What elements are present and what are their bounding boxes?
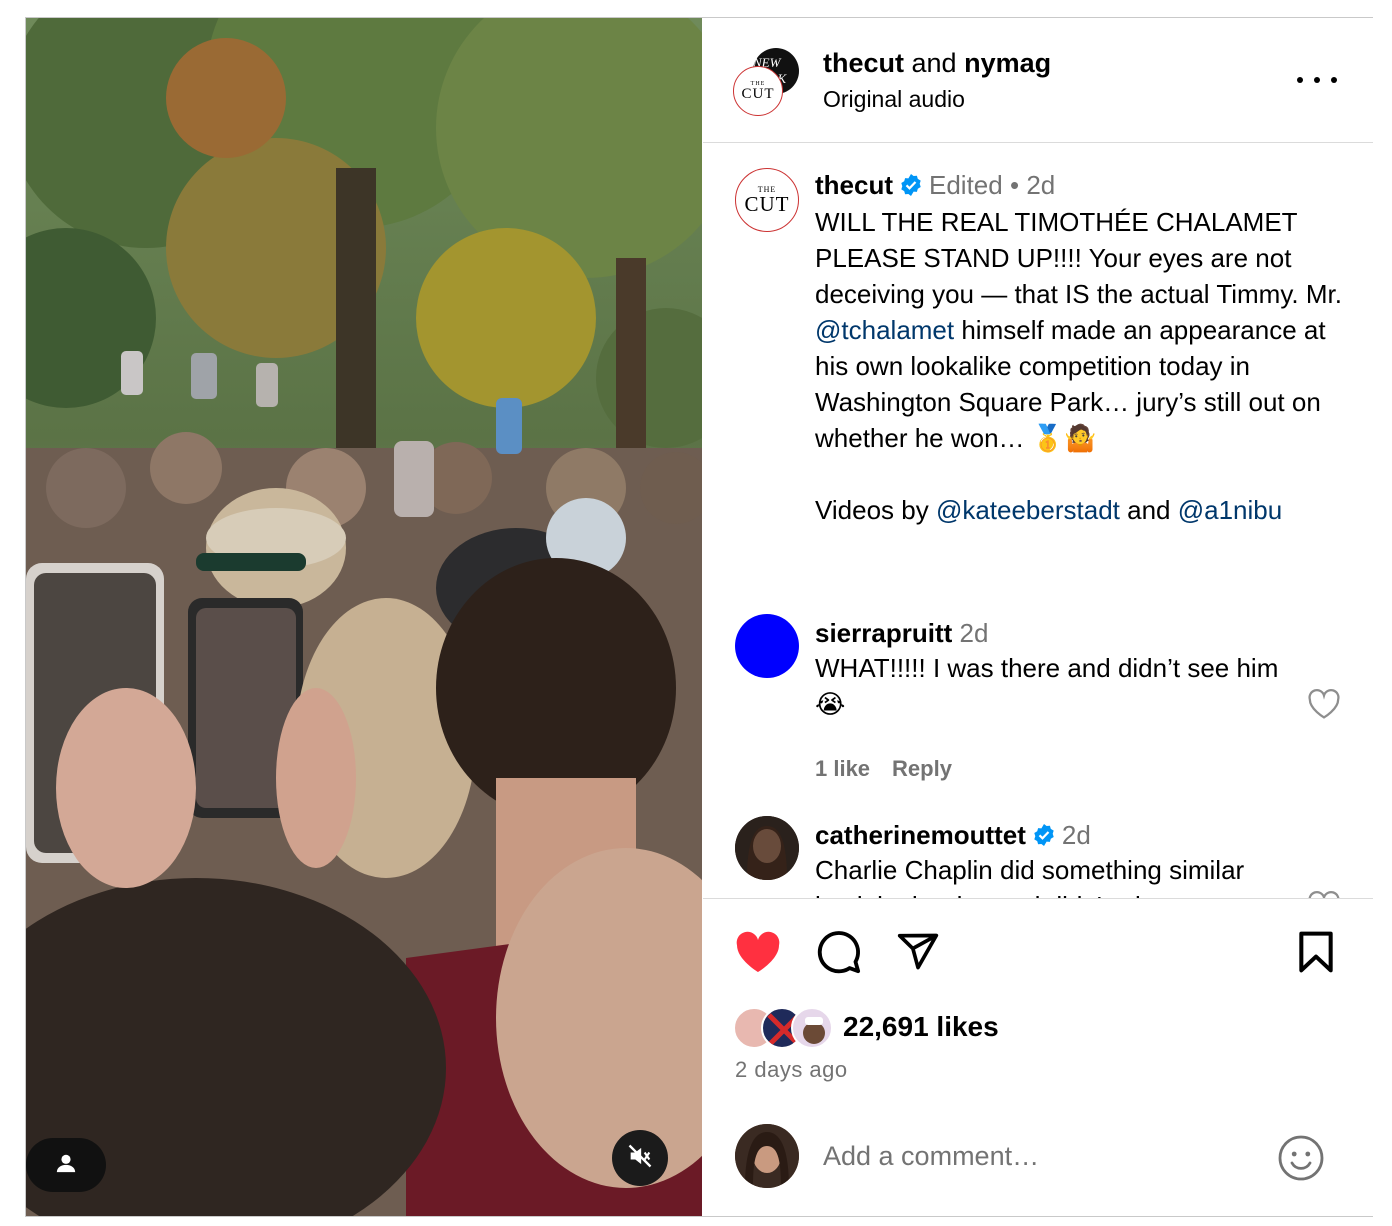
- likes-count[interactable]: 22,691 likes: [843, 1011, 999, 1043]
- video-player[interactable]: [26, 18, 702, 1216]
- comment-like-button[interactable]: [1307, 890, 1341, 898]
- heart-filled-icon: [733, 930, 783, 979]
- reply-button[interactable]: Reply: [892, 756, 952, 781]
- post-header: NEW YORK THE CUT thecut and nymag Origin…: [703, 18, 1373, 143]
- comment-meta: 1 like Reply: [815, 756, 952, 782]
- post-authors: thecut and nymag: [823, 48, 1052, 78]
- comments-section[interactable]: THE CUT thecut Edited • 2d WILL THE REAL …: [703, 144, 1373, 898]
- comment-avatar[interactable]: [735, 614, 799, 678]
- caption-header: thecut Edited • 2d: [815, 170, 1055, 204]
- like-button[interactable]: [733, 929, 783, 979]
- comment-likes[interactable]: 1 like: [815, 756, 870, 781]
- author-link-thecut[interactable]: thecut: [823, 48, 904, 78]
- comment-username[interactable]: catherinemouttet: [815, 820, 1026, 850]
- verified-badge-icon: [899, 173, 923, 204]
- comment-text: Charlie Chaplin did something similar ba…: [815, 855, 1245, 898]
- comment-button[interactable]: [814, 929, 864, 979]
- comment-avatar[interactable]: [735, 816, 799, 880]
- comment-header: catherinemouttet 2d: [815, 820, 1091, 854]
- comment-text: WHAT!!!!! I was there and didn’t see him…: [815, 653, 1279, 719]
- speaker-muted-icon: [626, 1142, 654, 1175]
- comment-header: sierrapruitt 2d: [815, 618, 989, 648]
- share-button[interactable]: [893, 929, 943, 979]
- mute-button[interactable]: [612, 1130, 668, 1186]
- save-button[interactable]: [1291, 929, 1341, 979]
- add-comment-bar: [703, 1098, 1373, 1216]
- emoji-smile-icon: [1277, 1135, 1325, 1186]
- author-link-nymag[interactable]: nymag: [964, 48, 1051, 78]
- more-options-icon: [1297, 77, 1303, 83]
- comment-username[interactable]: sierrapruitt: [815, 618, 952, 648]
- caption-text: WILL THE REAL TIMOTHÉE CHALAMET PLEASE S…: [815, 207, 1342, 525]
- more-options-button[interactable]: [1297, 70, 1337, 90]
- instagram-post: NEW YORK THE CUT thecut and nymag Origin…: [25, 17, 1373, 1217]
- heart-outline-icon: [1308, 689, 1340, 719]
- mention-link[interactable]: @kateeberstadt: [936, 495, 1120, 525]
- liker-avatar: [791, 1007, 833, 1049]
- audio-link[interactable]: Original audio: [823, 86, 965, 113]
- mention-link[interactable]: @a1nibu: [1178, 495, 1282, 525]
- mention-link[interactable]: @tchalamet: [815, 315, 954, 345]
- paper-plane-icon: [896, 930, 940, 979]
- user-tag-icon: [55, 1152, 77, 1179]
- verified-badge-icon: [1032, 823, 1056, 854]
- liked-by-avatars[interactable]: [733, 1007, 843, 1051]
- avatar-thecut: THE CUT: [733, 66, 783, 116]
- heart-outline-icon: [1308, 891, 1340, 898]
- comment-input[interactable]: [823, 1134, 1253, 1178]
- collab-avatars[interactable]: NEW YORK THE CUT: [733, 48, 803, 118]
- video-frame: [26, 18, 702, 1216]
- comment-like-button[interactable]: [1307, 688, 1341, 720]
- bookmark-icon: [1296, 930, 1336, 979]
- current-user-avatar: [735, 1124, 799, 1188]
- caption-username[interactable]: thecut: [815, 170, 893, 200]
- caption-avatar[interactable]: THE CUT: [735, 168, 799, 232]
- emoji-button[interactable]: [1277, 1134, 1325, 1182]
- tagged-users-button[interactable]: [26, 1138, 106, 1192]
- post-details-panel: NEW YORK THE CUT thecut and nymag Origin…: [703, 18, 1373, 1216]
- comment-bubble-icon: [816, 929, 862, 980]
- post-timestamp[interactable]: 2 days ago: [735, 1057, 848, 1083]
